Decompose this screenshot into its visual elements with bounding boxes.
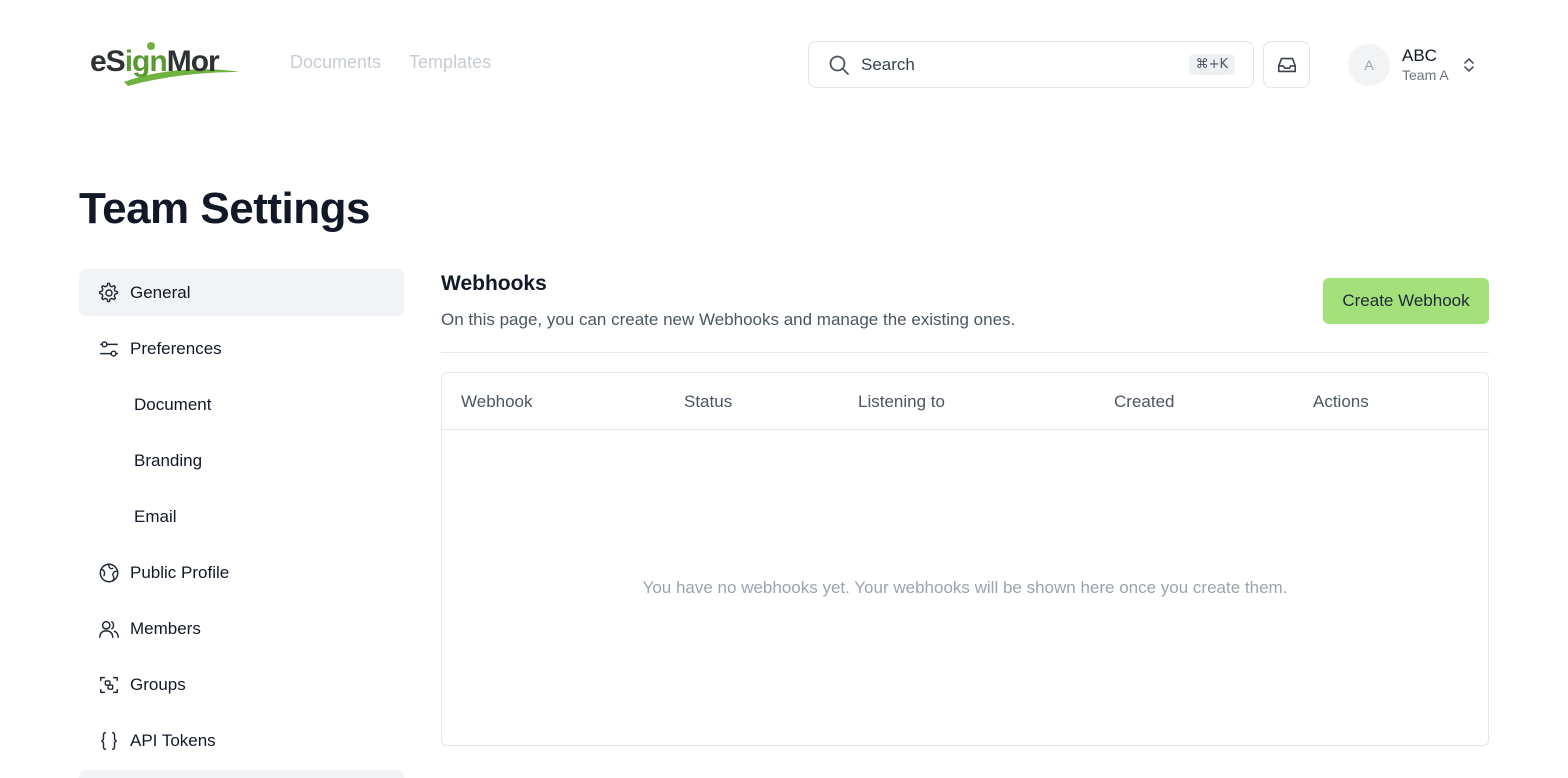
sidebar-item-label: API Tokens [130, 730, 216, 750]
create-webhook-button[interactable]: Create Webhook [1323, 278, 1489, 324]
account-team: Team A [1402, 67, 1449, 83]
account-switcher[interactable]: A ABC Team A [1348, 43, 1488, 87]
inbox-icon [1277, 57, 1296, 72]
sidebar-item-label: Email [134, 506, 177, 526]
users-icon [97, 617, 121, 641]
column-header-status[interactable]: Status [684, 392, 732, 412]
nav-templates[interactable]: Templates [409, 52, 491, 73]
table-header: Webhook Status Listening to Created Acti… [442, 373, 1488, 430]
empty-state-message: You have no webhooks yet. Your webhooks … [642, 578, 1288, 597]
sidebar-item-label: Members [130, 618, 201, 638]
esignmor-logo[interactable]: eSignMor [90, 36, 240, 88]
sidebar-item-label: General [130, 282, 191, 302]
search-placeholder: Search [861, 54, 915, 74]
sidebar-item-label: Groups [130, 674, 186, 694]
webhooks-panel: Webhooks On this page, you can create ne… [441, 268, 1489, 746]
avatar: A [1348, 44, 1390, 86]
sidebar-item-members[interactable]: Members [79, 605, 404, 652]
sidebar-item-preferences[interactable]: Preferences [79, 325, 404, 372]
sidebar-item-label: Preferences [130, 338, 222, 358]
webhooks-table: Webhook Status Listening to Created Acti… [441, 372, 1489, 746]
nav-documents[interactable]: Documents [290, 52, 381, 73]
search-input[interactable]: Search ⌘+K [808, 41, 1254, 88]
sidebar-item-branding[interactable]: Branding [79, 437, 404, 484]
sidebar-item-email[interactable]: Email [79, 493, 404, 540]
sidebar-item-general[interactable]: General [79, 269, 404, 316]
top-header: eSignMor Documents Templates Search ⌘+K … [0, 0, 1568, 128]
column-header-created[interactable]: Created [1114, 392, 1174, 412]
sidebar-item-webhooks-active[interactable] [79, 770, 404, 778]
sliders-icon [97, 337, 121, 361]
globe-icon [97, 561, 121, 585]
search-icon [829, 55, 849, 75]
main-nav: Documents Templates [290, 52, 491, 73]
braces-icon [97, 729, 121, 753]
sidebar-item-groups[interactable]: Groups [79, 661, 404, 708]
column-header-actions: Actions [1313, 392, 1369, 411]
column-header-webhook[interactable]: Webhook [461, 392, 533, 412]
sidebar-item-label: Public Profile [130, 562, 230, 582]
sidebar-item-document[interactable]: Document [79, 381, 404, 428]
sidebar-item-label: Document [134, 394, 212, 414]
sidebar-item-public-profile[interactable]: Public Profile [79, 549, 404, 596]
account-name: ABC [1402, 46, 1437, 65]
group-scan-icon [97, 673, 121, 697]
divider [441, 352, 1489, 353]
gear-icon [97, 281, 121, 305]
search-shortcut-badge: ⌘+K [1188, 54, 1235, 75]
column-header-listening-to[interactable]: Listening to [858, 392, 945, 412]
settings-sidebar: General Preferences Document Branding Em… [79, 269, 404, 773]
page-title: Team Settings [79, 184, 370, 233]
sidebar-item-api-tokens[interactable]: API Tokens [79, 717, 404, 764]
inbox-button[interactable] [1263, 41, 1310, 88]
chevron-up-down-icon [1463, 58, 1474, 72]
sidebar-item-label: Branding [134, 450, 203, 470]
